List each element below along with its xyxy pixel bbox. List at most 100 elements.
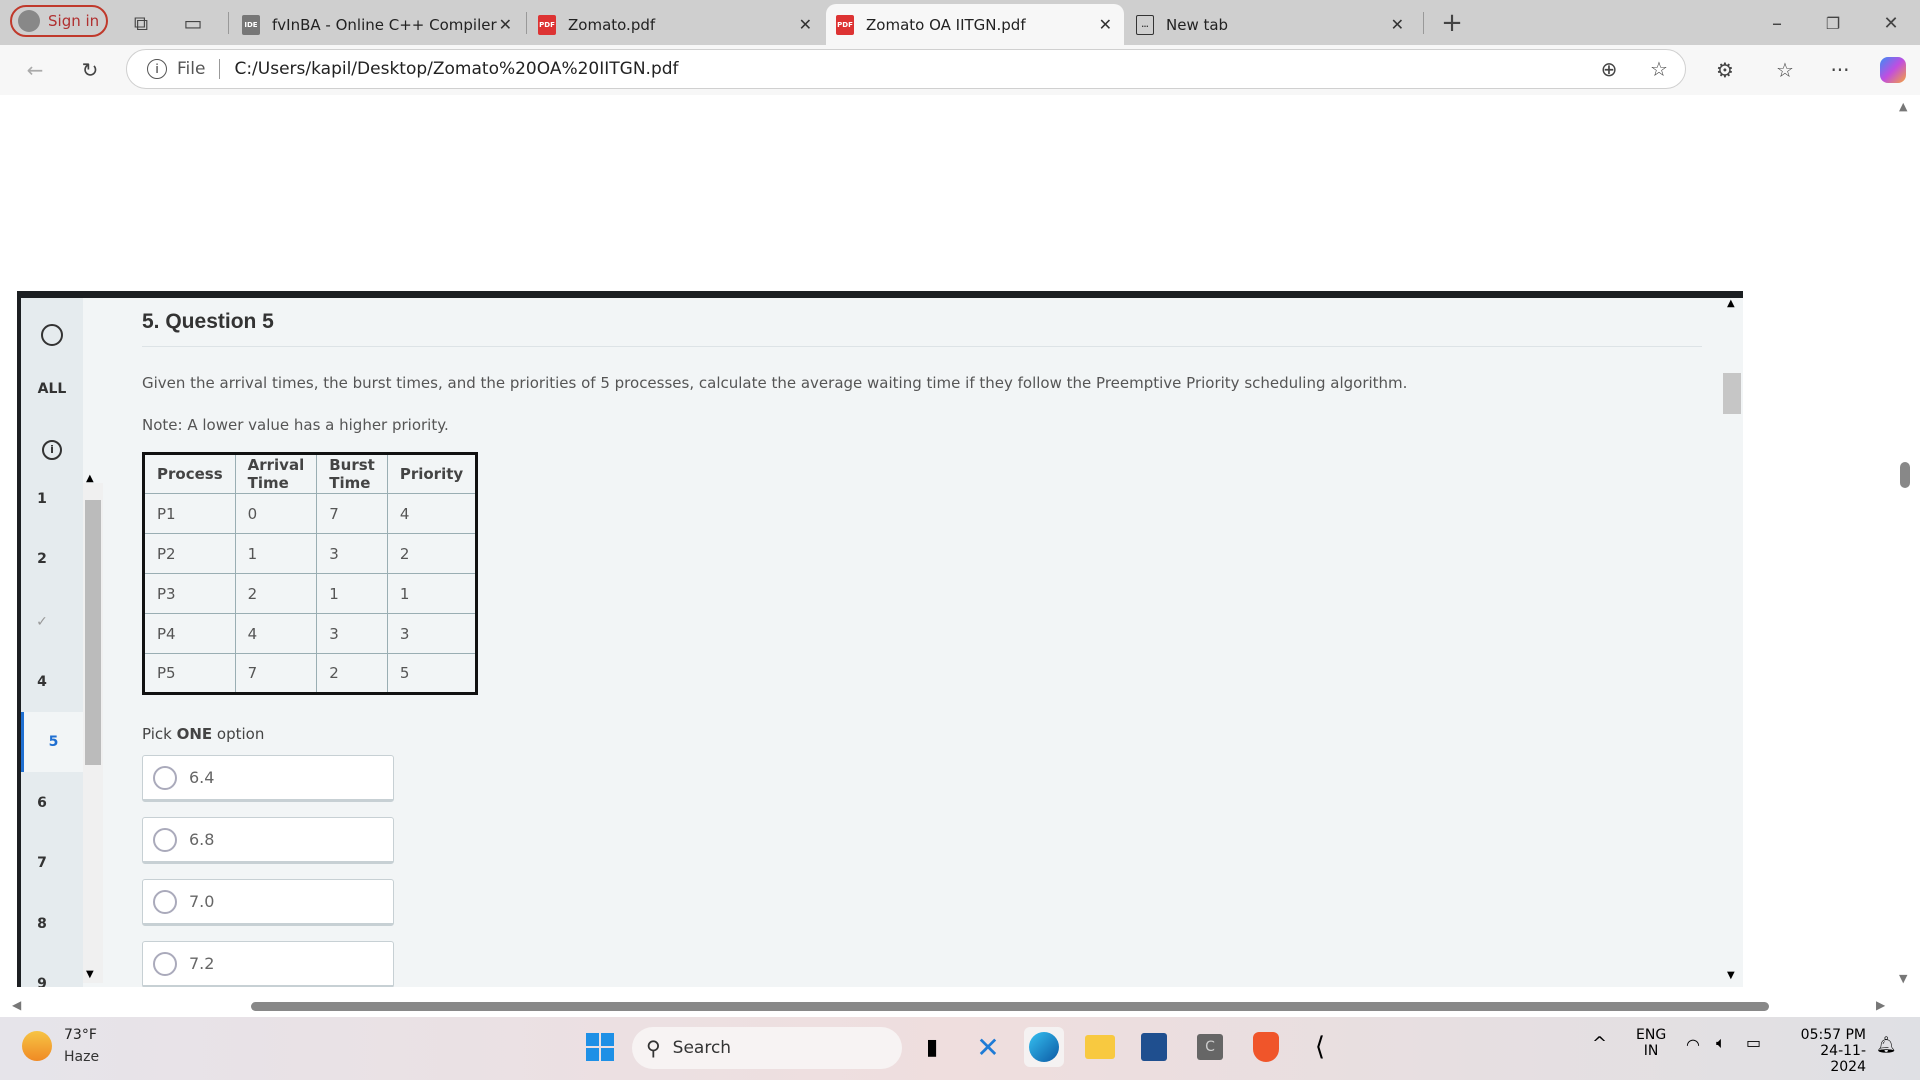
scroll-down-icon[interactable]: ▼ bbox=[1899, 972, 1907, 985]
info-icon[interactable]: i bbox=[21, 440, 83, 460]
scroll-up-icon[interactable]: ▲ bbox=[1727, 298, 1735, 309]
wifi-icon[interactable]: ◠ bbox=[1686, 1035, 1700, 1054]
close-tab-icon[interactable]: ✕ bbox=[799, 15, 812, 34]
table-cell: P1 bbox=[143, 493, 236, 534]
notification-bell-icon[interactable]: 🔔︎ bbox=[1876, 1035, 1896, 1054]
tab-actions-icon[interactable]: ▭ bbox=[180, 10, 206, 36]
taskbar-search[interactable]: ⚲ Search bbox=[632, 1027, 902, 1069]
divider bbox=[142, 346, 1702, 347]
start-icon[interactable] bbox=[580, 1027, 620, 1067]
table-cell: 2 bbox=[316, 653, 388, 694]
tab-ideone[interactable]: IDE fvInBA - Online C++ Compiler & I ✕ bbox=[232, 4, 524, 45]
app-c-icon[interactable]: C bbox=[1190, 1027, 1230, 1067]
scroll-up-icon[interactable]: ▲ bbox=[1899, 100, 1907, 113]
table-cell: 1 bbox=[234, 533, 318, 574]
show-hidden-icons[interactable]: ^ bbox=[1592, 1033, 1607, 1054]
tab-zomato-pdf[interactable]: PDF Zomato.pdf ✕ bbox=[528, 4, 824, 45]
sidebar-item-2[interactable]: 2 bbox=[21, 551, 63, 567]
new-tab-button[interactable]: + bbox=[1437, 8, 1467, 38]
task-view-icon[interactable]: ▮ bbox=[912, 1027, 952, 1067]
close-tab-icon[interactable]: ✕ bbox=[1099, 15, 1112, 34]
battery-icon[interactable]: ▭ bbox=[1746, 1033, 1761, 1052]
store-icon[interactable] bbox=[1134, 1027, 1174, 1067]
compass-icon[interactable] bbox=[21, 324, 83, 350]
minimize-button[interactable]: – bbox=[1762, 8, 1792, 38]
scroll-down-icon[interactable]: ▼ bbox=[1727, 970, 1735, 981]
option-3[interactable]: 7.0 bbox=[142, 879, 394, 926]
sidebar-item-3-answered[interactable]: ✓ bbox=[21, 614, 63, 630]
back-button[interactable]: ← bbox=[20, 55, 50, 85]
sign-in-button[interactable]: Sign in bbox=[10, 5, 108, 37]
question-title: 5. Question 5 bbox=[142, 310, 274, 333]
weather-desc[interactable]: Haze bbox=[64, 1049, 99, 1065]
restore-button[interactable]: ❐ bbox=[1818, 8, 1848, 38]
question-description: Given the arrival times, the burst times… bbox=[142, 374, 1408, 392]
weather-icon[interactable] bbox=[22, 1031, 52, 1061]
close-tab-icon[interactable]: ✕ bbox=[499, 15, 512, 34]
language-indicator[interactable]: ENG IN bbox=[1636, 1027, 1666, 1059]
clock[interactable]: 05:57 PM 24-11-2024 bbox=[1786, 1027, 1866, 1075]
sidebar-scrollbar[interactable]: ▲ ▼ bbox=[83, 473, 103, 983]
app-k-icon[interactable]: ⟨ bbox=[1300, 1027, 1340, 1067]
table-cell: 3 bbox=[316, 533, 388, 574]
option-label: 7.0 bbox=[189, 892, 215, 911]
scrollbar-thumb[interactable] bbox=[85, 500, 101, 765]
refresh-button[interactable]: ↻ bbox=[75, 55, 105, 85]
address-bar[interactable]: i File C:/Users/kapil/Desktop/Zomato%20O… bbox=[126, 49, 1686, 89]
favorites-icon[interactable]: ☆ bbox=[1770, 55, 1800, 85]
radio-icon[interactable] bbox=[153, 827, 177, 852]
table-cell: 1 bbox=[316, 573, 388, 614]
file-explorer-icon[interactable] bbox=[1080, 1027, 1120, 1067]
sidebar-item-5[interactable]: 5 bbox=[21, 712, 83, 772]
browser-horizontal-scrollbar[interactable]: ◀ ▶ bbox=[10, 998, 1890, 1014]
workspaces-icon[interactable]: ⧉ bbox=[128, 10, 154, 36]
scroll-left-icon[interactable]: ◀ bbox=[12, 998, 21, 1012]
tab-zomato-oa-pdf[interactable]: PDF Zomato OA IITGN.pdf ✕ bbox=[826, 4, 1124, 45]
info-icon[interactable]: i bbox=[147, 59, 167, 79]
option-2[interactable]: 6.8 bbox=[142, 817, 394, 864]
option-1[interactable]: 6.4 bbox=[142, 755, 394, 802]
sidebar-item-8[interactable]: 8 bbox=[21, 916, 63, 932]
pick-suffix: option bbox=[212, 725, 265, 743]
browser-vertical-scrollbar[interactable]: ▲ ▼ bbox=[1896, 100, 1914, 990]
close-tab-icon[interactable]: ✕ bbox=[1391, 15, 1404, 34]
volume-icon[interactable]: 🔈︎ bbox=[1716, 1033, 1726, 1053]
sidebar-item-4[interactable]: 4 bbox=[21, 674, 63, 690]
extensions-icon[interactable]: ⚙ bbox=[1710, 55, 1740, 85]
search-label: Search bbox=[672, 1038, 732, 1058]
sidebar-all[interactable]: ALL bbox=[21, 381, 83, 397]
scrollbar-thumb[interactable] bbox=[251, 1002, 1769, 1011]
column-header: Burst Time bbox=[316, 453, 388, 494]
close-window-button[interactable]: ✕ bbox=[1876, 8, 1906, 38]
sidebar-item-1[interactable]: 1 bbox=[21, 491, 63, 507]
copilot-icon[interactable] bbox=[1880, 57, 1906, 83]
radio-icon[interactable] bbox=[153, 889, 177, 914]
option-4[interactable]: 7.2 bbox=[142, 941, 394, 987]
sidebar-item-9[interactable]: 9 bbox=[21, 976, 63, 987]
scrollbar-thumb[interactable] bbox=[1723, 373, 1741, 414]
url-text[interactable]: C:/Users/kapil/Desktop/Zomato%20OA%20IIT… bbox=[234, 59, 678, 79]
radio-icon[interactable] bbox=[153, 765, 177, 790]
table-row: P5 7 2 5 bbox=[143, 653, 478, 694]
more-icon[interactable]: ··· bbox=[1825, 55, 1855, 85]
vscode-icon[interactable]: ✕ bbox=[968, 1027, 1008, 1067]
table-cell: 5 bbox=[386, 653, 478, 694]
scrollbar-thumb[interactable] bbox=[1900, 462, 1910, 488]
zoom-icon[interactable]: ⊕ bbox=[1595, 55, 1623, 83]
column-header: Arrival Time bbox=[234, 453, 318, 494]
content-scrollbar[interactable]: ▲ ▼ bbox=[1722, 298, 1742, 987]
favorite-star-icon[interactable]: ☆ bbox=[1645, 55, 1673, 83]
tab-label: Zomato OA IITGN.pdf bbox=[866, 15, 1026, 34]
scroll-right-icon[interactable]: ▶ bbox=[1876, 998, 1885, 1012]
brave-icon[interactable] bbox=[1246, 1027, 1286, 1067]
tab-new-tab[interactable]: … New tab ✕ bbox=[1126, 4, 1416, 45]
sidebar-item-7[interactable]: 7 bbox=[21, 855, 63, 871]
scroll-down-icon[interactable]: ▼ bbox=[86, 969, 94, 980]
search-icon: ⚲ bbox=[646, 1036, 661, 1060]
question-sidebar: ALL i 1 2 ✓ 4 5 6 7 8 9 bbox=[21, 298, 83, 987]
sidebar-item-6[interactable]: 6 bbox=[21, 795, 63, 811]
scroll-up-icon[interactable]: ▲ bbox=[86, 473, 94, 484]
weather-temp[interactable]: 73°F bbox=[64, 1027, 97, 1043]
radio-icon[interactable] bbox=[153, 951, 177, 976]
edge-icon[interactable] bbox=[1024, 1027, 1064, 1067]
